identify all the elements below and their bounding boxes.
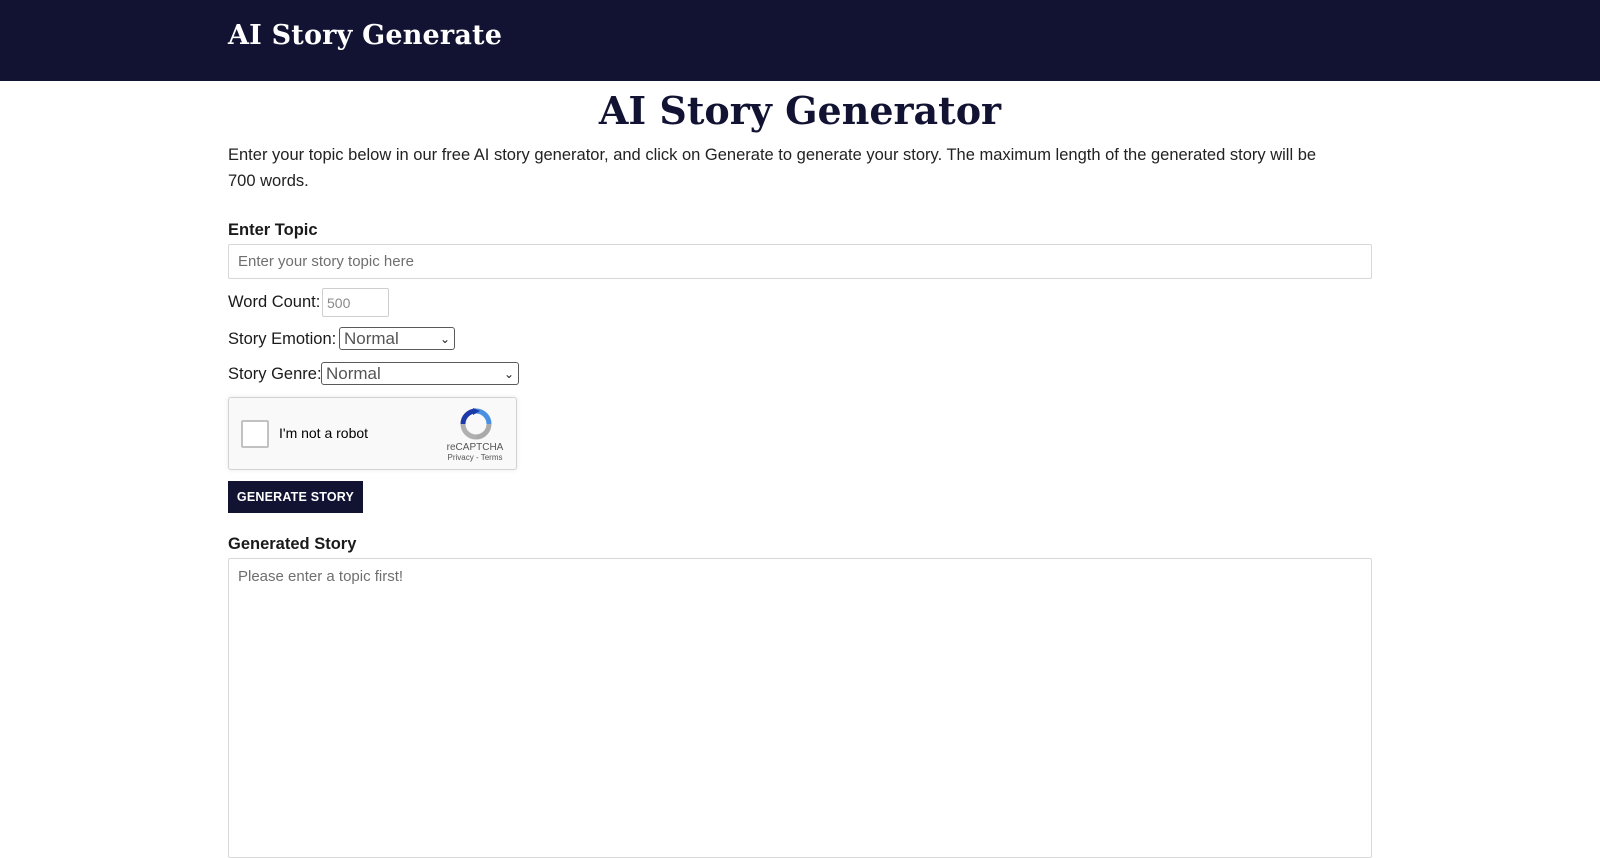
emotion-label: Story Emotion: [228, 330, 337, 348]
topic-input[interactable] [228, 244, 1372, 279]
recaptcha-icon [460, 408, 492, 440]
genre-label: Story Genre: [228, 365, 322, 383]
recaptcha-label: I'm not a robot [279, 425, 369, 441]
recaptcha-brand: reCAPTCHA [446, 442, 504, 453]
site-header: AI Story Generate [0, 0, 1600, 81]
generated-story-label: Generated Story [228, 535, 357, 553]
emotion-select-value: Normal [344, 329, 399, 348]
recaptcha-links[interactable]: Privacy - Terms [435, 453, 515, 462]
emotion-select[interactable]: Normal ⌄ [339, 327, 455, 350]
page-title: AI Story Generator [598, 88, 1002, 133]
topic-label: Enter Topic [228, 221, 318, 239]
chevron-down-icon: ⌄ [439, 332, 450, 346]
genre-select-value: Normal [326, 364, 381, 383]
recaptcha-widget: I'm not a robot reCAPTCHA Privacy - Term… [228, 397, 517, 470]
recaptcha-checkbox[interactable] [241, 420, 269, 448]
chevron-down-icon: ⌄ [503, 367, 514, 381]
intro-text: Enter your topic below in our free AI st… [228, 146, 1317, 190]
word-count-label: Word Count: [228, 293, 321, 311]
site-title[interactable]: AI Story Generate [228, 20, 502, 51]
genre-select[interactable]: Normal ⌄ [321, 362, 519, 385]
generated-story-textarea[interactable] [228, 558, 1372, 858]
word-count-input[interactable] [322, 288, 389, 317]
generate-story-button[interactable]: GENERATE STORY [228, 481, 363, 513]
